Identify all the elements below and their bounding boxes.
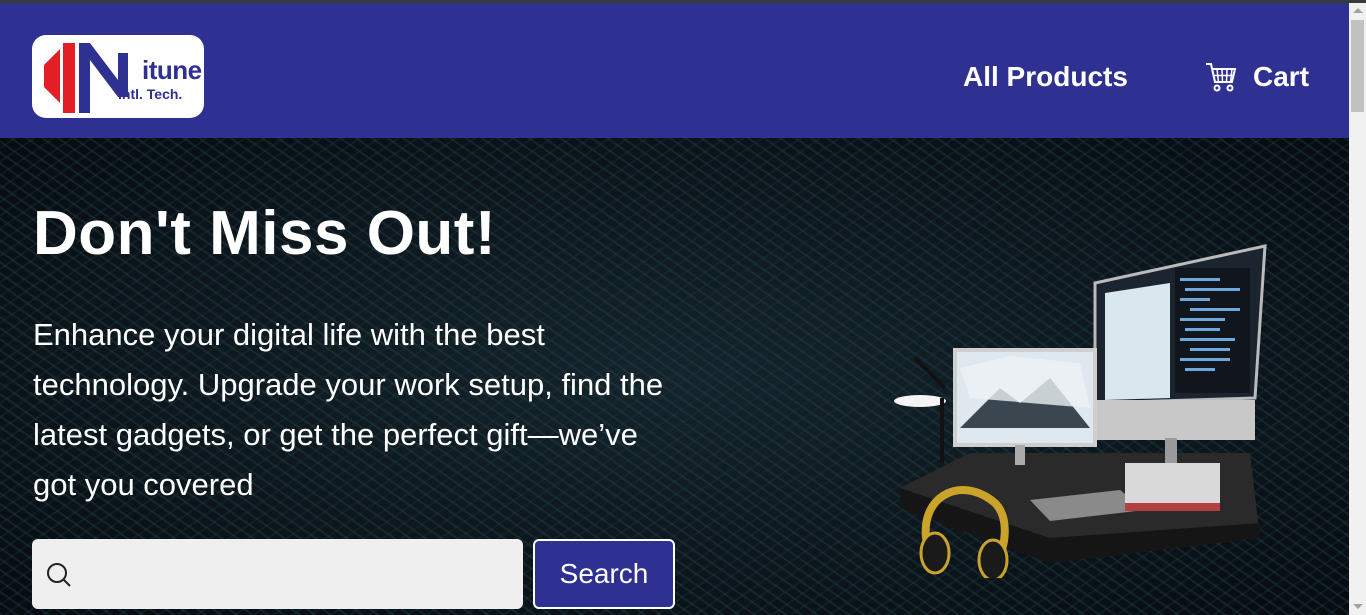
cart-icon — [1206, 63, 1237, 92]
site-header: itune Intl. Tech. All Products Cart — [0, 3, 1349, 138]
scrollbar-thumb[interactable] — [1351, 20, 1364, 112]
search-button[interactable]: Search — [533, 539, 675, 609]
nav-all-products[interactable]: All Products — [963, 61, 1128, 93]
brand-logo[interactable]: itune Intl. Tech. — [32, 35, 204, 118]
search-box[interactable] — [32, 539, 523, 609]
search-input[interactable] — [88, 539, 512, 609]
search-icon — [47, 563, 71, 587]
cart-label: Cart — [1253, 61, 1310, 92]
scroll-down-arrow-icon[interactable] — [1353, 604, 1363, 609]
logo-name: itune — [142, 55, 202, 85]
hero-banner: Don't Miss Out! Enhance your digital lif… — [0, 138, 1349, 615]
logo-subtitle: Intl. Tech. — [118, 86, 183, 102]
hero-description: Enhance your digital life with the best … — [33, 317, 664, 502]
hero-title: Don't Miss Out! — [33, 199, 497, 268]
nav-cart[interactable]: Cart — [1205, 61, 1309, 93]
scroll-up-arrow-icon[interactable] — [1353, 8, 1363, 13]
desk-setup-image — [894, 244, 1267, 578]
